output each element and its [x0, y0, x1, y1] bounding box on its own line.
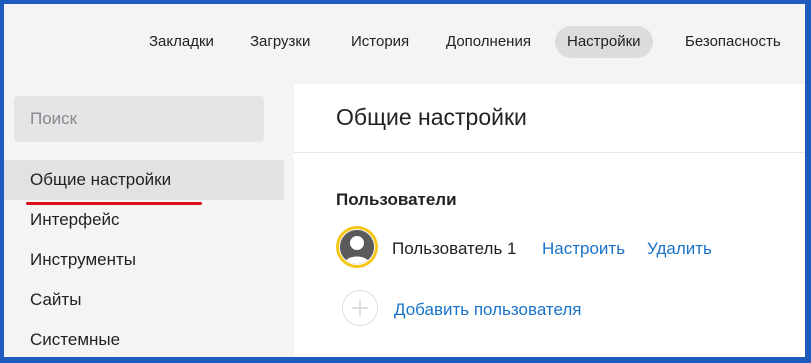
sidebar-item-tools[interactable]: Инструменты [4, 240, 284, 280]
tab-extensions[interactable]: Дополнения [434, 26, 543, 58]
add-icon[interactable] [342, 290, 378, 326]
title-divider [294, 152, 805, 153]
configure-user-link[interactable]: Настроить [542, 239, 625, 259]
tab-settings[interactable]: Настройки [555, 26, 653, 58]
active-item-red-underline [26, 202, 202, 205]
sidebar-item-general-settings[interactable]: Общие настройки [4, 160, 284, 200]
users-section-title: Пользователи [336, 190, 457, 209]
top-navigation-bar: Закладки Загрузки История Дополнения Нас… [4, 4, 805, 82]
tabs: Закладки Загрузки История Дополнения Нас… [4, 26, 805, 60]
page-title: Общие настройки [336, 104, 527, 130]
sidebar-nav: Общие настройки Интерфейс Инструменты Са… [4, 160, 284, 357]
user-silhouette-icon [339, 229, 375, 265]
add-user-link[interactable]: Добавить пользователя [394, 300, 582, 320]
user-avatar[interactable] [336, 226, 378, 268]
sidebar-item-system[interactable]: Системные [4, 320, 284, 357]
user-name: Пользователь 1 [392, 239, 517, 258]
tab-history[interactable]: История [339, 26, 421, 58]
search-input[interactable] [14, 96, 264, 142]
delete-user-link[interactable]: Удалить [647, 239, 712, 259]
tab-downloads[interactable]: Загрузки [238, 26, 322, 58]
sidebar-item-interface[interactable]: Интерфейс [4, 200, 284, 240]
sidebar-item-sites[interactable]: Сайты [4, 280, 284, 320]
settings-sidebar: Общие настройки Интерфейс Инструменты Са… [4, 84, 284, 357]
screenshot-frame: Закладки Загрузки История Дополнения Нас… [0, 0, 811, 363]
tab-security[interactable]: Безопасность [673, 26, 793, 58]
settings-content-panel: Общие настройки Пользователи Пользовател… [294, 84, 805, 357]
tab-bookmarks[interactable]: Закладки [137, 26, 226, 58]
